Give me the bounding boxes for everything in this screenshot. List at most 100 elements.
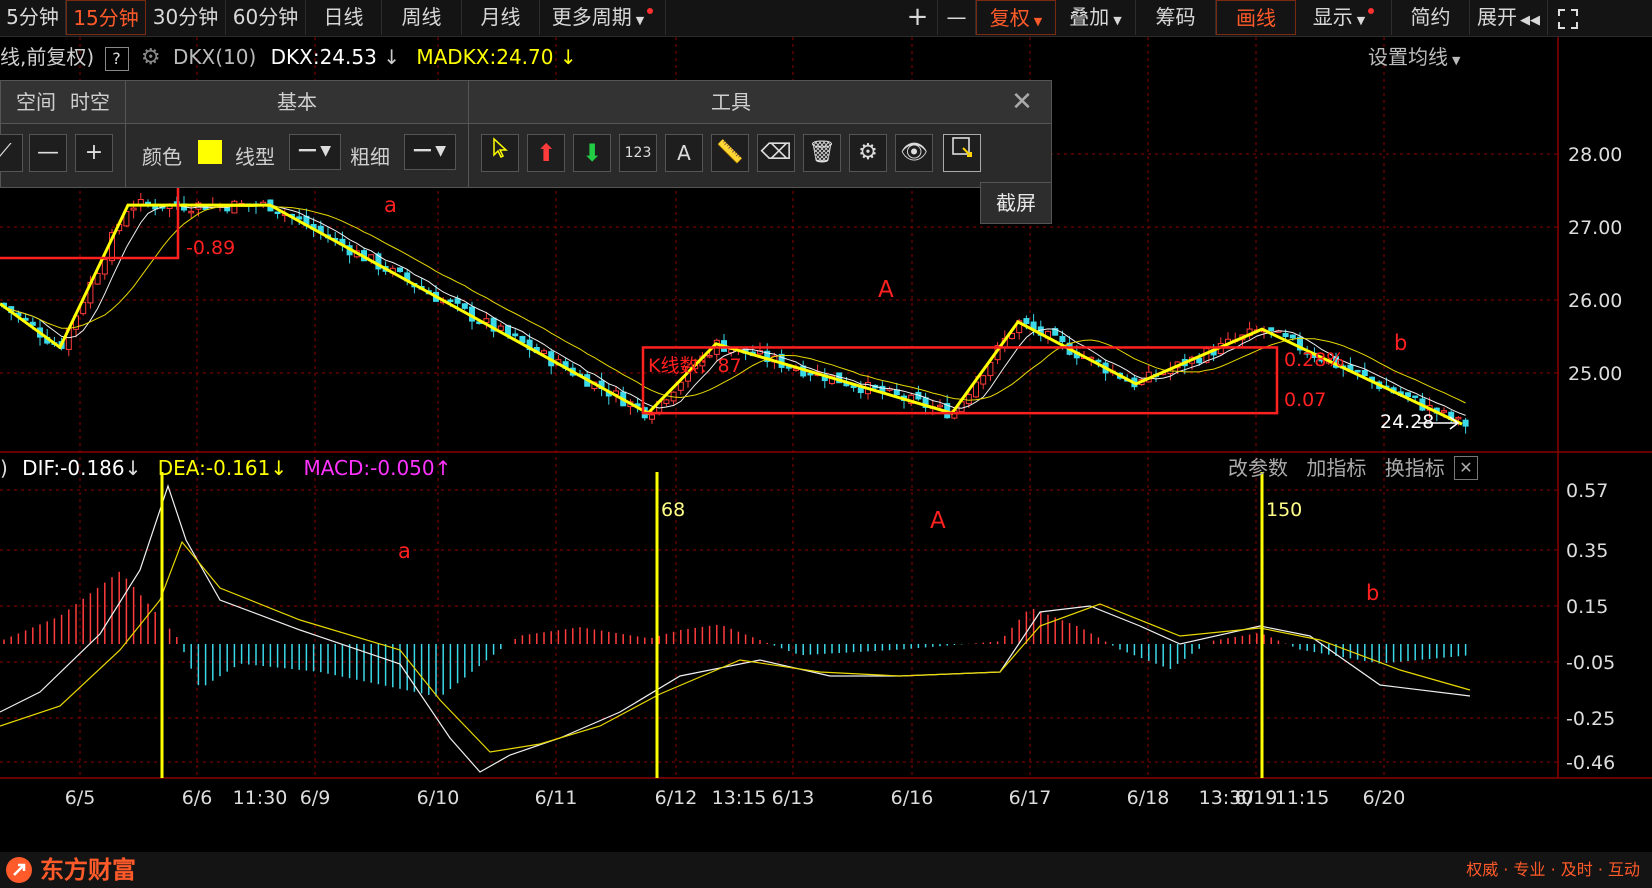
caret-down-icon: ▼ xyxy=(1452,54,1461,67)
candle-body xyxy=(397,267,403,272)
macd-tick-label: -0.25 xyxy=(1566,708,1615,730)
close-icon[interactable]: ✕ xyxy=(1454,456,1478,480)
close-icon[interactable]: ✕ xyxy=(993,81,1051,124)
divider xyxy=(125,123,126,187)
macd-histogram xyxy=(3,571,1467,697)
footer-bar: 东方财富 权威 · 专业 · 及时 · 互动 xyxy=(0,852,1652,888)
change-indicator-button[interactable]: 换指标 xyxy=(1385,456,1445,480)
thickness-select[interactable]: ━━ ▼ xyxy=(404,134,456,170)
candle-body xyxy=(1023,318,1030,325)
price-tick-label: 25.00 xyxy=(1568,363,1622,385)
madkx-value: MADKX:24.70 xyxy=(416,45,554,69)
candle-body xyxy=(1412,395,1419,399)
marker-label-150: 150 xyxy=(1266,499,1302,521)
dkx-value: DKX:24.53 xyxy=(270,45,377,69)
marker-label-68: 68 xyxy=(661,499,685,521)
number-tool-icon[interactable]: 123 xyxy=(619,134,657,172)
indicator-info-row: 线,前复权) ? ⚙ DKX(10) DKX:24.53 ↓ MADKX:24.… xyxy=(0,40,577,74)
wave-label-b: b xyxy=(1394,331,1407,355)
edit-params-button[interactable]: 改参数 xyxy=(1228,456,1288,480)
add-indicator-button[interactable]: 加指标 xyxy=(1306,456,1366,480)
range-rect-1 xyxy=(0,182,180,260)
ma-settings-button[interactable]: 设置均线 ▼ xyxy=(1368,40,1460,74)
time-tick-label: 11:30 xyxy=(233,787,288,809)
candle-body xyxy=(101,259,108,275)
time-tick-label: 6/11 xyxy=(535,787,578,809)
macd-tick-label: 0.15 xyxy=(1566,596,1608,618)
chart-mode-label: 线,前复权) xyxy=(0,45,95,69)
macd-buttons: 改参数 加指标 换指标 xyxy=(1228,454,1445,482)
candle-body xyxy=(274,211,281,215)
down-arrow-icon: ↓ xyxy=(559,45,577,69)
candle-body xyxy=(1462,419,1469,427)
text-tool-label: A xyxy=(677,141,691,165)
box-percent: 0.28% xyxy=(1284,349,1344,371)
time-tick-label: 6/10 xyxy=(417,787,460,809)
macd-tick-label: 0.35 xyxy=(1566,540,1608,562)
up-arrow-icon[interactable]: ⬆ xyxy=(527,134,565,172)
candle-body xyxy=(188,210,195,214)
time-tick-label: 6/16 xyxy=(891,787,934,809)
eye-icon[interactable]: 👁 xyxy=(895,134,933,172)
macd-grid xyxy=(0,489,1558,763)
time-tick-label: 6/5 xyxy=(65,787,96,809)
cursor-arrow-icon[interactable] xyxy=(481,134,519,172)
candle-body xyxy=(937,404,943,408)
number-tool-label: 123 xyxy=(624,145,652,161)
time-tick-label: 6/18 xyxy=(1127,787,1170,809)
text-tool-icon[interactable]: A xyxy=(665,134,703,172)
time-tick-label: 6/12 xyxy=(655,787,698,809)
tab-space[interactable]: 空间 xyxy=(16,90,56,114)
eraser-icon[interactable]: ⌫ xyxy=(757,134,795,172)
range-value-1: -0.89 xyxy=(186,237,235,259)
brand-logo-icon xyxy=(6,857,32,883)
indicator-name[interactable]: DKX(10) xyxy=(173,45,256,69)
color-swatch[interactable] xyxy=(198,140,222,164)
macd-paren: ) xyxy=(0,456,8,480)
time-tick-label: 6/17 xyxy=(1009,787,1052,809)
screenshot-tooltip: 截屏 xyxy=(980,182,1052,224)
settings-icon[interactable]: ⚙ xyxy=(849,134,887,172)
candle-body xyxy=(130,207,137,211)
box-height: 0.07 xyxy=(1284,389,1326,411)
trash-icon[interactable]: 🗑 xyxy=(803,134,841,172)
candle-body xyxy=(1289,334,1296,339)
line-tool-icon[interactable]: ⟋ xyxy=(0,134,23,172)
down-arrow-icon[interactable]: ⬇ xyxy=(573,134,611,172)
candle-body xyxy=(231,200,238,214)
macd-wave-label-b: b xyxy=(1366,581,1379,605)
candle-body xyxy=(1059,335,1066,342)
box-bar-count: K线数：87 xyxy=(648,355,742,377)
up-arrow-icon: ↑ xyxy=(434,456,452,480)
candle-body xyxy=(1196,357,1203,364)
ruler-icon[interactable]: 📏 xyxy=(711,134,749,172)
gear-icon[interactable]: ⚙ xyxy=(141,45,161,70)
help-button[interactable]: ? xyxy=(104,47,129,71)
candle-body xyxy=(1455,416,1462,420)
plus-icon[interactable]: + xyxy=(75,134,113,172)
wave-label-A: A xyxy=(878,277,894,303)
linetype-select[interactable]: ━━ ▼ xyxy=(289,134,341,170)
ma-settings-label: 设置均线 xyxy=(1368,45,1448,69)
panel-header-space: 空间 时空 xyxy=(1,81,126,124)
brand-slogan: 权威 · 专业 · 及时 · 互动 xyxy=(1466,860,1640,879)
candle-body xyxy=(965,394,972,405)
macd-tick-label: -0.46 xyxy=(1566,752,1615,774)
divider xyxy=(468,123,469,187)
candle-body xyxy=(1354,369,1361,373)
screenshot-icon[interactable] xyxy=(943,134,981,172)
candle-body xyxy=(541,350,547,355)
candle-body xyxy=(512,333,519,337)
minus-icon[interactable]: — xyxy=(29,134,67,172)
macd-value: MACD:-0.050 xyxy=(303,456,435,480)
down-arrow-icon: ↓ xyxy=(270,456,288,480)
time-tick-label: 6/13 xyxy=(772,787,815,809)
macd-tick-label: -0.05 xyxy=(1566,652,1615,674)
candle-body xyxy=(461,303,468,309)
time-tick-label: 6/19 xyxy=(1235,787,1278,809)
tab-time-space[interactable]: 时空 xyxy=(70,90,110,114)
macd-wave-label-A: A xyxy=(930,508,946,534)
candle-body xyxy=(447,299,454,302)
drawn-annotations xyxy=(0,182,1463,430)
time-tick-label: 6/20 xyxy=(1363,787,1406,809)
